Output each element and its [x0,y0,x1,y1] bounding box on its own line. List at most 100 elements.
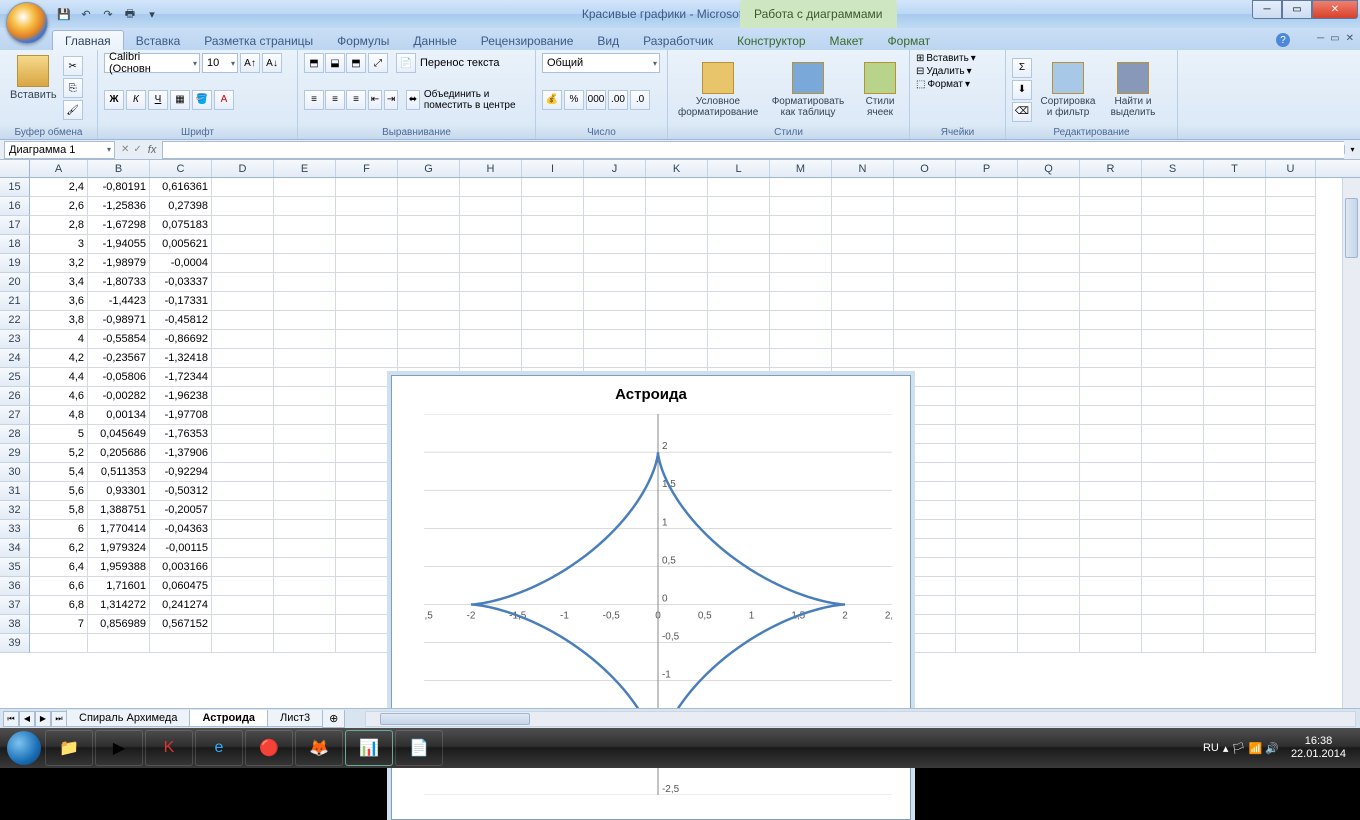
cell[interactable]: 0,856989 [88,615,150,634]
cell[interactable]: 6 [30,520,88,539]
cell[interactable] [274,577,336,596]
cell[interactable] [1142,292,1204,311]
number-format-combo[interactable]: Общий [542,53,660,73]
row-header[interactable]: 29 [0,444,30,463]
column-header[interactable]: I [522,160,584,177]
increase-decimal-button[interactable]: .00 [608,90,628,110]
cell[interactable] [398,254,460,273]
cell[interactable] [1204,406,1266,425]
row-header[interactable]: 39 [0,634,30,653]
cell[interactable] [274,254,336,273]
tab-review[interactable]: Рецензирование [469,31,586,50]
cell[interactable] [274,539,336,558]
cell[interactable] [708,178,770,197]
cell[interactable]: 3 [30,235,88,254]
cell[interactable] [212,596,274,615]
cell[interactable]: 4,8 [30,406,88,425]
doc-minimize-button[interactable]: ─ [1317,33,1324,44]
cell[interactable]: -0,00282 [88,387,150,406]
cell[interactable] [336,520,398,539]
cell[interactable] [832,349,894,368]
cell[interactable] [1266,406,1316,425]
cell[interactable] [398,273,460,292]
cell[interactable] [708,311,770,330]
row-header[interactable]: 32 [0,501,30,520]
column-header[interactable]: H [460,160,522,177]
cell[interactable] [274,425,336,444]
cell[interactable] [1018,444,1080,463]
close-button[interactable]: ✕ [1312,0,1358,19]
cell[interactable] [1018,558,1080,577]
scrollbar-thumb[interactable] [1345,198,1358,258]
cell[interactable] [274,406,336,425]
cell[interactable]: -0,05806 [88,368,150,387]
taskbar-word[interactable]: 📄 [395,730,443,766]
cell[interactable] [1142,634,1204,653]
cell[interactable]: 6,6 [30,577,88,596]
cell[interactable] [646,311,708,330]
increase-font-button[interactable]: A↑ [240,53,260,73]
select-all-corner[interactable] [0,160,30,177]
cell[interactable] [1204,539,1266,558]
cell[interactable] [1018,425,1080,444]
cell[interactable] [274,501,336,520]
cell[interactable] [894,216,956,235]
cell[interactable] [1080,596,1142,615]
cell[interactable] [1204,501,1266,520]
cell[interactable] [1142,273,1204,292]
cell[interactable] [460,349,522,368]
cell[interactable] [1018,273,1080,292]
cell[interactable] [274,330,336,349]
cell[interactable]: -0,00115 [150,539,212,558]
cell[interactable] [894,178,956,197]
cell[interactable] [1266,349,1316,368]
cell[interactable] [584,235,646,254]
taskbar-explorer[interactable]: 📁 [45,730,93,766]
cell[interactable] [1142,311,1204,330]
cell[interactable] [584,311,646,330]
cell[interactable] [894,330,956,349]
cell[interactable] [832,216,894,235]
tray-icons[interactable]: ▴ 🏳 📶 🔊 [1223,742,1279,755]
cell[interactable] [1142,406,1204,425]
cell[interactable] [956,539,1018,558]
cell[interactable] [522,273,584,292]
cell[interactable]: 1,770414 [88,520,150,539]
clear-button[interactable]: ⌫ [1012,102,1032,122]
cell[interactable] [336,539,398,558]
copy-button[interactable]: ⎘ [63,78,83,98]
cell[interactable] [956,197,1018,216]
cell[interactable] [212,387,274,406]
cell[interactable] [1266,235,1316,254]
column-header[interactable]: N [832,160,894,177]
cell[interactable]: 0,003166 [150,558,212,577]
cell[interactable] [1266,634,1316,653]
vertical-scrollbar[interactable] [1342,178,1360,708]
cell[interactable]: -1,72344 [150,368,212,387]
cell[interactable] [1080,368,1142,387]
cell[interactable] [1266,482,1316,501]
insert-cells-button[interactable]: ⊞ Вставить ▾ [916,53,999,64]
cell[interactable] [646,235,708,254]
column-header[interactable]: U [1266,160,1316,177]
cell[interactable] [1080,216,1142,235]
cell[interactable] [1080,501,1142,520]
cell[interactable] [770,292,832,311]
expand-formula-bar-button[interactable]: ▾ [1344,145,1360,154]
cell[interactable] [274,197,336,216]
row-header[interactable]: 21 [0,292,30,311]
cell[interactable] [212,444,274,463]
cell[interactable] [460,216,522,235]
cell[interactable] [1266,558,1316,577]
cell[interactable]: 0,205686 [88,444,150,463]
column-header[interactable]: J [584,160,646,177]
cell[interactable] [212,178,274,197]
cell[interactable] [522,254,584,273]
cell[interactable] [832,311,894,330]
row-header[interactable]: 24 [0,349,30,368]
cell[interactable] [460,235,522,254]
column-header[interactable]: P [956,160,1018,177]
increase-indent-button[interactable]: ⇥ [384,90,398,110]
cell[interactable]: -1,67298 [88,216,150,235]
cell[interactable] [460,330,522,349]
